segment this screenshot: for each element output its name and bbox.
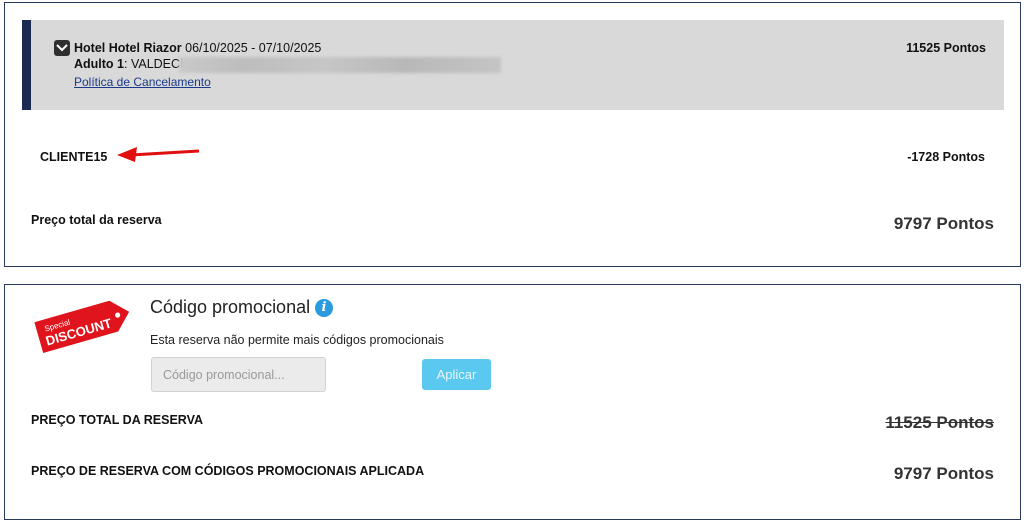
cancellation-policy-link[interactable]: Política de Cancelamento <box>74 75 211 89</box>
hotel-line: Hotel Hotel Riazor 06/10/2025 - 07/10/20… <box>74 41 321 55</box>
promo-code-input[interactable] <box>151 357 326 392</box>
hotel-name: Hotel Hotel Riazor <box>74 41 182 55</box>
promo-message: Esta reserva não permite mais códigos pr… <box>150 333 444 347</box>
total-caps-label: PREÇO TOTAL DA RESERVA <box>31 413 204 427</box>
chevron-down-icon[interactable] <box>54 40 70 56</box>
adult-line: Adulto 1: VALDECI <box>74 57 184 71</box>
total-label: Preço total da reserva <box>31 213 162 227</box>
total-value: 9797 Pontos <box>893 214 994 233</box>
discount-tag-icon: Special DISCOUNT <box>34 300 130 354</box>
red-arrow-icon <box>117 147 200 162</box>
apply-button[interactable]: Aplicar <box>422 359 491 390</box>
stay-dates: 06/10/2025 - 07/10/2025 <box>185 41 322 55</box>
coupon-code: CLIENTE15 <box>40 150 108 164</box>
promo-total-value: 9797 Pontos <box>893 464 994 483</box>
adult-label: Adulto 1 <box>74 57 124 71</box>
hotel-points: 11525 Pontos <box>906 41 986 55</box>
info-icon[interactable]: i <box>315 299 333 317</box>
original-total-struck: 11525 Pontos <box>885 413 994 432</box>
promo-total-label: PREÇO DE RESERVA COM CÓDIGOS PROMOCIONAI… <box>31 464 425 478</box>
hotel-reservation-box: Hotel Hotel Riazor 06/10/2025 - 07/10/20… <box>22 20 1004 110</box>
promo-title: Código promocional <box>150 297 311 317</box>
redacted-field <box>179 57 501 73</box>
coupon-discount-points: -1728 Pontos <box>907 150 985 164</box>
adult-name: VALDECI <box>130 57 184 71</box>
promo-code-panel: Special DISCOUNT Código promocional i Es… <box>4 284 1021 520</box>
reservation-summary-panel: Hotel Hotel Riazor 06/10/2025 - 07/10/20… <box>4 2 1021 267</box>
